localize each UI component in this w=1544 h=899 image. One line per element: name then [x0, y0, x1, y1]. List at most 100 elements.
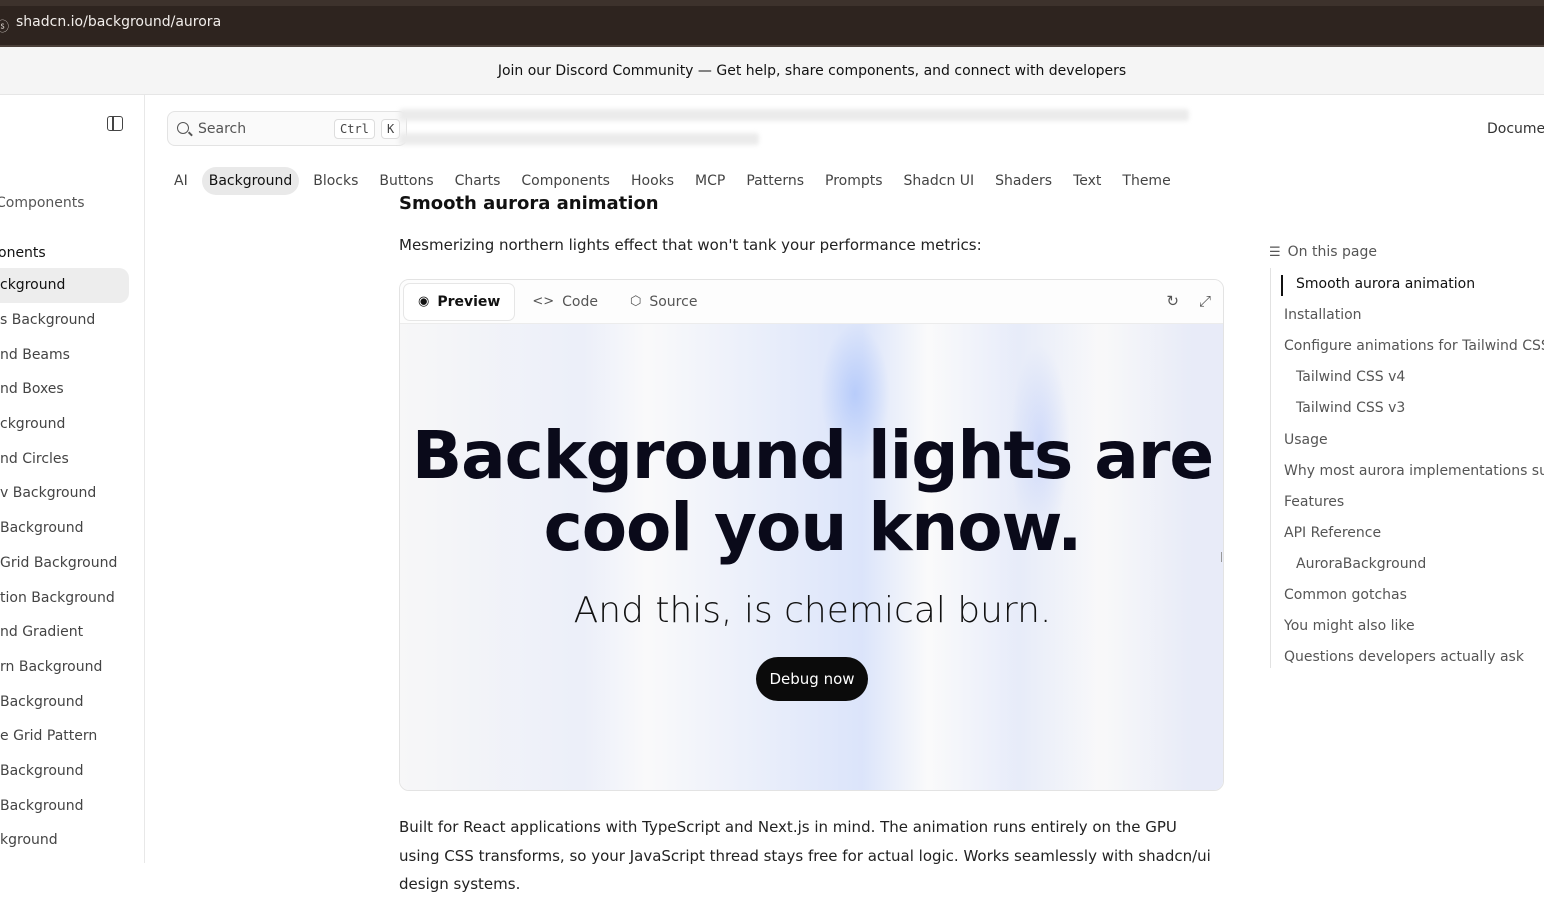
sidebar-item[interactable]: v Background	[0, 476, 144, 511]
refresh-icon[interactable]: ↻	[1166, 292, 1179, 310]
sidebar-item[interactable]: Background	[0, 684, 144, 719]
sidebar-item-label: Grid Background	[0, 554, 118, 571]
tab-source[interactable]: ⬡ Source	[616, 284, 711, 320]
sidebar-item-label: ckground	[0, 277, 66, 294]
code-icon: <>	[532, 294, 555, 309]
sidebar-item-label: e Grid Pattern	[0, 728, 98, 745]
tab-preview-label: Preview	[437, 293, 501, 310]
toc-item[interactable]: Common gotchas	[1284, 587, 1407, 603]
announcement-banner[interactable]: Join our Discord Community — Get help, s…	[0, 47, 1544, 95]
tab-code-label: Code	[562, 293, 598, 310]
sidebar-item[interactable]: e Grid Pattern	[0, 719, 144, 754]
sidebar-toggle-icon[interactable]	[107, 116, 123, 131]
toc-item[interactable]: Installation	[1284, 307, 1362, 323]
section-heading: Smooth aurora animation	[399, 193, 659, 214]
sidebar-item[interactable]: Grid Background	[0, 546, 144, 581]
sidebar-item[interactable]: Background	[0, 511, 144, 546]
sidebar-group-heading: onents	[0, 245, 46, 261]
toc-item[interactable]: Smooth aurora animation	[1296, 276, 1475, 292]
toc-item[interactable]: You might also like	[1284, 618, 1415, 634]
category-text[interactable]: Text	[1066, 167, 1108, 195]
toc-item[interactable]: Usage	[1284, 432, 1328, 448]
expand-icon[interactable]: ⤢	[1199, 292, 1211, 310]
category-nav: AI Background Blocks Buttons Charts Component…	[167, 165, 1185, 196]
category-mcp[interactable]: MCP	[688, 167, 732, 195]
aurora-demo-stage: Background lights are cool you know. And…	[400, 324, 1223, 790]
toc-active-indicator	[1281, 275, 1283, 296]
resize-handle[interactable]	[1221, 552, 1223, 562]
cube-icon: ⬡	[630, 294, 642, 309]
category-patterns[interactable]: Patterns	[739, 167, 811, 195]
category-shadcn-ui[interactable]: Shadcn UI	[897, 167, 982, 195]
site-info-icon[interactable]: ⓢ	[0, 16, 9, 35]
sidebar-item-label: nd Circles	[0, 450, 69, 467]
category-theme[interactable]: Theme	[1115, 167, 1177, 195]
docs-nav-link[interactable]: Documer	[1487, 121, 1544, 137]
toc-title: On this page	[1287, 244, 1377, 260]
sidebar-list: ckground s Background nd Beams nd Boxes ckgr…	[0, 268, 144, 858]
sidebar-item[interactable]: nd Circles	[0, 441, 144, 476]
sidebar-item-label: kground	[0, 832, 58, 849]
sidebar-item-label: tion Background	[0, 589, 115, 606]
toc-item[interactable]: API Reference	[1284, 525, 1381, 541]
sidebar-item[interactable]: Background	[0, 754, 144, 789]
sidebar-item-label: Background	[0, 797, 84, 814]
sidebar-item-label: Background	[0, 693, 84, 710]
toc-item[interactable]: Configure animations for Tailwind CSS	[1284, 338, 1544, 354]
tab-preview[interactable]: ◉ Preview	[404, 283, 515, 320]
body-paragraph: Built for React applications with TypeSc…	[399, 818, 1211, 893]
url-text[interactable]: shadcn.io/background/aurora	[16, 14, 221, 30]
demo-headline-line-2: cool you know.	[543, 489, 1083, 566]
sidebar-item[interactable]: Background	[0, 788, 144, 823]
demo-headline: Background lights are cool you know.	[400, 417, 1223, 566]
toc-item[interactable]: Questions developers actually ask	[1284, 649, 1524, 665]
sidebar-item-label: ckground	[0, 416, 66, 433]
toc-item[interactable]: Tailwind CSS v4	[1296, 369, 1405, 385]
browser-url-bar: ⓢ shadcn.io/background/aurora	[0, 0, 1544, 47]
component-preview: ◉ Preview <> Code ⬡ Source ↻ ⤢ Backgroun…	[399, 279, 1224, 791]
sidebar-item-label: nd Boxes	[0, 381, 64, 398]
toc-heading: ☰ On this page	[1269, 244, 1377, 260]
category-charts[interactable]: Charts	[448, 167, 508, 195]
debug-now-button[interactable]: Debug now	[756, 657, 868, 701]
sidebar-item-label: s Background	[0, 312, 96, 329]
toc-item[interactable]: AuroraBackground	[1296, 556, 1426, 572]
category-shaders[interactable]: Shaders	[988, 167, 1059, 195]
category-ai[interactable]: AI	[167, 167, 195, 195]
sidebar-item[interactable]: s Background	[0, 303, 144, 338]
tab-code[interactable]: <> Code	[518, 284, 612, 320]
sidebar-item[interactable]: nd Beams	[0, 337, 144, 372]
category-buttons[interactable]: Buttons	[372, 167, 440, 195]
category-components[interactable]: Components	[514, 167, 617, 195]
search-box[interactable]: Search Ctrl K	[167, 111, 407, 146]
category-background[interactable]: Background	[201, 166, 300, 195]
toc-item[interactable]: Features	[1284, 494, 1344, 510]
sidebar-item[interactable]: rn Background	[0, 650, 144, 685]
tab-source-label: Source	[649, 293, 698, 310]
sidebar-item[interactable]: nd Gradient	[0, 615, 144, 650]
sidebar-item[interactable]: nd Boxes	[0, 372, 144, 407]
search-icon	[177, 122, 189, 134]
preview-tabs: ◉ Preview <> Code ⬡ Source	[400, 280, 1223, 324]
sidebar-item[interactable]: kground	[0, 823, 144, 858]
category-hooks[interactable]: Hooks	[624, 167, 681, 195]
category-prompts[interactable]: Prompts	[818, 167, 890, 195]
sidebar-link-components[interactable]: Components	[0, 195, 85, 211]
toc-item[interactable]: Tailwind CSS v3	[1296, 400, 1405, 416]
demo-subtext: And this, is chemical burn.	[573, 590, 1052, 631]
sidebar: Components onents ckground s Background nd…	[0, 95, 145, 863]
sidebar-item[interactable]: ckground	[0, 268, 129, 303]
sidebar-item[interactable]: tion Background	[0, 580, 144, 615]
search-placeholder: Search	[198, 121, 247, 137]
shortcut-k-key: K	[381, 119, 401, 139]
category-blocks[interactable]: Blocks	[306, 167, 365, 195]
tab-strip-edge	[0, 0, 1544, 6]
preview-tools: ↻ ⤢	[1166, 292, 1211, 310]
banner-text[interactable]: Join our Discord Community — Get help, s…	[418, 63, 1126, 79]
toc-item[interactable]: Why most aurora implementations suck	[1284, 463, 1544, 479]
sidebar-item[interactable]: ckground	[0, 407, 144, 442]
shortcut-ctrl-key: Ctrl	[334, 119, 375, 139]
sidebar-item-label: Background	[0, 762, 84, 779]
demo-headline-line-1: Background lights are	[411, 417, 1214, 494]
scrolled-content-ghost	[399, 103, 1199, 149]
